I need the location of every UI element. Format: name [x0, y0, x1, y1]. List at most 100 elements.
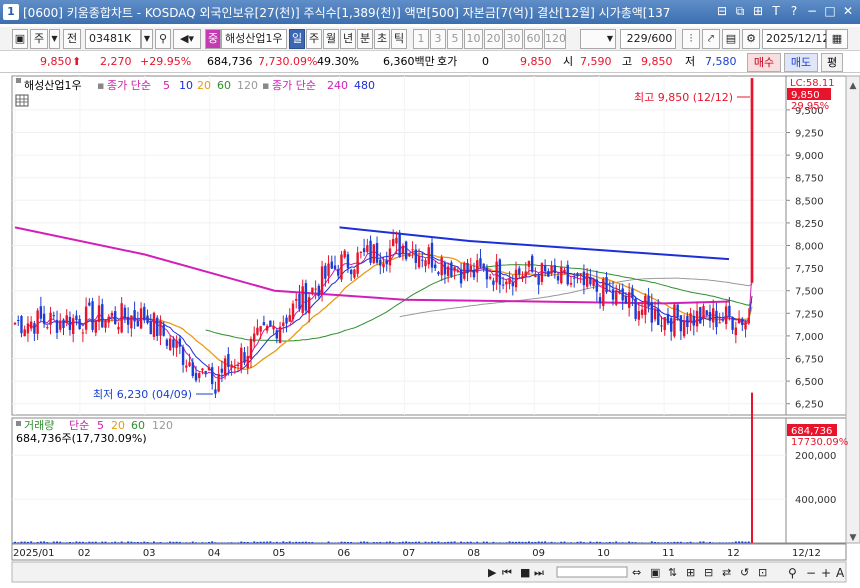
period-button-6[interactable]: 틱 — [391, 29, 407, 49]
volume-ma-20[interactable]: 20 — [111, 419, 125, 432]
volume-ma-60[interactable]: 60 — [131, 419, 145, 432]
candle-body — [156, 317, 159, 337]
legend-stock[interactable]: 해성산업1우 — [24, 78, 82, 92]
search-icon[interactable]: ⚲ — [155, 29, 171, 49]
low-label: 저 — [685, 55, 696, 68]
stock-code-input[interactable]: 03481K — [85, 29, 141, 49]
period-button-1[interactable]: 주 — [306, 29, 322, 49]
volume-ma-label[interactable]: 단순 — [69, 419, 89, 432]
eval-button[interactable]: 평 — [821, 53, 843, 72]
buy-button[interactable]: 매수 — [747, 53, 781, 72]
draw-icon[interactable]: ⤤ — [702, 29, 720, 49]
interval-button-120[interactable]: 120 — [544, 29, 566, 49]
sell-button[interactable]: 매도 — [784, 53, 818, 72]
chart-area[interactable]: ▲ ▼ 400,000 200,000 9,500 9,250 9,000 8,750 8… — [0, 74, 860, 588]
volume-ma-5[interactable]: 5 — [97, 419, 104, 432]
maximize-icon[interactable]: □ — [822, 3, 838, 20]
interval-button-5[interactable]: 5 — [447, 29, 463, 49]
legend-ma-60[interactable]: 60 — [217, 79, 231, 92]
text-icon[interactable]: T — [768, 3, 784, 20]
close-icon[interactable]: ✕ — [840, 3, 856, 20]
interval-dropdown[interactable]: ▼ — [580, 29, 616, 49]
window-number-icon[interactable]: 1 — [3, 4, 19, 20]
sound-icon[interactable]: ◀▾ — [173, 29, 201, 49]
grid-icon[interactable]: ⊞ — [750, 3, 766, 20]
interval-button-10[interactable]: 10 — [464, 29, 483, 49]
volume-ma-120[interactable]: 120 — [152, 419, 173, 432]
tile-icon[interactable]: ⊟ — [714, 3, 730, 20]
tool-icon-8[interactable]: ⊡ — [758, 566, 767, 579]
interval-button-20[interactable]: 20 — [484, 29, 503, 49]
zoom-out-icon[interactable]: − — [806, 566, 816, 580]
candle-body — [94, 320, 98, 333]
scroll-up-icon[interactable]: ▲ — [850, 81, 857, 91]
legend-ma-120[interactable]: 120 — [237, 79, 258, 92]
interval-button-60[interactable]: 60 — [524, 29, 543, 49]
period-button-4[interactable]: 분 — [357, 29, 373, 49]
minimize-icon[interactable]: − — [804, 3, 820, 20]
period-button-5[interactable]: 초 — [374, 29, 390, 49]
legend-ma-long-label[interactable]: 종가 단순 — [272, 79, 316, 92]
zoom-icon[interactable]: ⚲ — [788, 566, 797, 580]
interval-button-30[interactable]: 30 — [504, 29, 523, 49]
calendar-icon[interactable]: ▦ — [826, 29, 848, 49]
volume-legend-label[interactable]: 거래량 — [24, 419, 54, 432]
tool-icon-4[interactable]: ⊞ — [686, 566, 695, 579]
scroll-last-icon[interactable]: ⏭ — [534, 566, 544, 579]
legend-ma-10[interactable]: 10 — [179, 79, 193, 92]
volume-bar — [26, 541, 29, 543]
tool-icon-3[interactable]: ⇅ — [668, 566, 677, 579]
x-tick-label: 12 — [727, 548, 740, 559]
vertical-scrollbar[interactable] — [845, 75, 860, 544]
auto-icon[interactable]: A — [836, 566, 845, 580]
tool-icon-2[interactable]: ▣ — [650, 566, 660, 579]
scroll-first-icon[interactable]: ⏮ — [502, 566, 512, 579]
candle-body — [104, 320, 107, 328]
bars-icon[interactable]: ⫶ — [682, 29, 700, 49]
save-icon[interactable]: ▤ — [722, 29, 740, 49]
candle-body — [114, 311, 117, 325]
candle-body — [689, 313, 692, 323]
stop-icon[interactable]: ■ — [520, 566, 530, 579]
help-icon[interactable]: ? — [786, 3, 802, 20]
legend-ma-240[interactable]: 240 — [327, 79, 348, 92]
interval-button-1[interactable]: 1 — [413, 29, 429, 49]
settings-icon[interactable]: ⚙ — [742, 29, 760, 49]
count-input[interactable]: 229/600 — [620, 29, 676, 49]
volume-bar — [469, 541, 472, 543]
zoom-slider[interactable] — [556, 566, 628, 578]
volume-bar — [295, 541, 298, 543]
tool-icon-1[interactable]: ⇔ — [632, 566, 641, 579]
tool-icon-5[interactable]: ⊟ — [704, 566, 713, 579]
price-chart[interactable]: ▲ ▼ 400,000200,000 9,5009,2509,0008,7508… — [0, 74, 860, 588]
code-dropdown-icon[interactable]: ▼ — [141, 29, 153, 49]
legend-ma-short-label[interactable]: 종가 단순 — [107, 79, 151, 92]
candle-body — [210, 367, 214, 385]
interval-button-3[interactable]: 3 — [430, 29, 446, 49]
legend-ma-20[interactable]: 20 — [197, 79, 211, 92]
period-button-2[interactable]: 월 — [323, 29, 339, 49]
volume-bar — [595, 541, 598, 543]
stock-name-field[interactable]: 해성산업1우 — [221, 29, 287, 49]
mode-button[interactable]: 주 — [30, 29, 48, 49]
volume-bar — [266, 541, 269, 543]
cascade-icon[interactable]: ⧉ — [732, 3, 748, 20]
date-input[interactable]: 2025/12/12 — [762, 29, 829, 49]
low-value: 7,580 — [705, 55, 737, 68]
volume-bar — [728, 542, 731, 543]
scroll-down-icon[interactable]: ▼ — [850, 533, 857, 543]
mode-dropdown-icon[interactable]: ▼ — [49, 29, 60, 49]
table-toggle-icon[interactable] — [15, 94, 29, 107]
period-button-3[interactable]: 년 — [340, 29, 356, 49]
scroll-right-icon[interactable]: ▶ — [488, 566, 497, 579]
legend-ma-480[interactable]: 480 — [354, 79, 375, 92]
tool-icon-6[interactable]: ⇄ — [722, 566, 731, 579]
legend-ma-5[interactable]: 5 — [163, 79, 170, 92]
hoga-label: 호가 — [437, 55, 458, 68]
prev-button[interactable]: 전 — [63, 29, 81, 49]
tool-icon-7[interactable]: ↺ — [740, 566, 749, 579]
period-button-0[interactable]: 일 — [289, 29, 305, 49]
open-label: 시 — [563, 55, 574, 68]
layout-icon[interactable]: ▣ — [12, 29, 28, 49]
zoom-in-icon[interactable]: + — [821, 566, 831, 580]
